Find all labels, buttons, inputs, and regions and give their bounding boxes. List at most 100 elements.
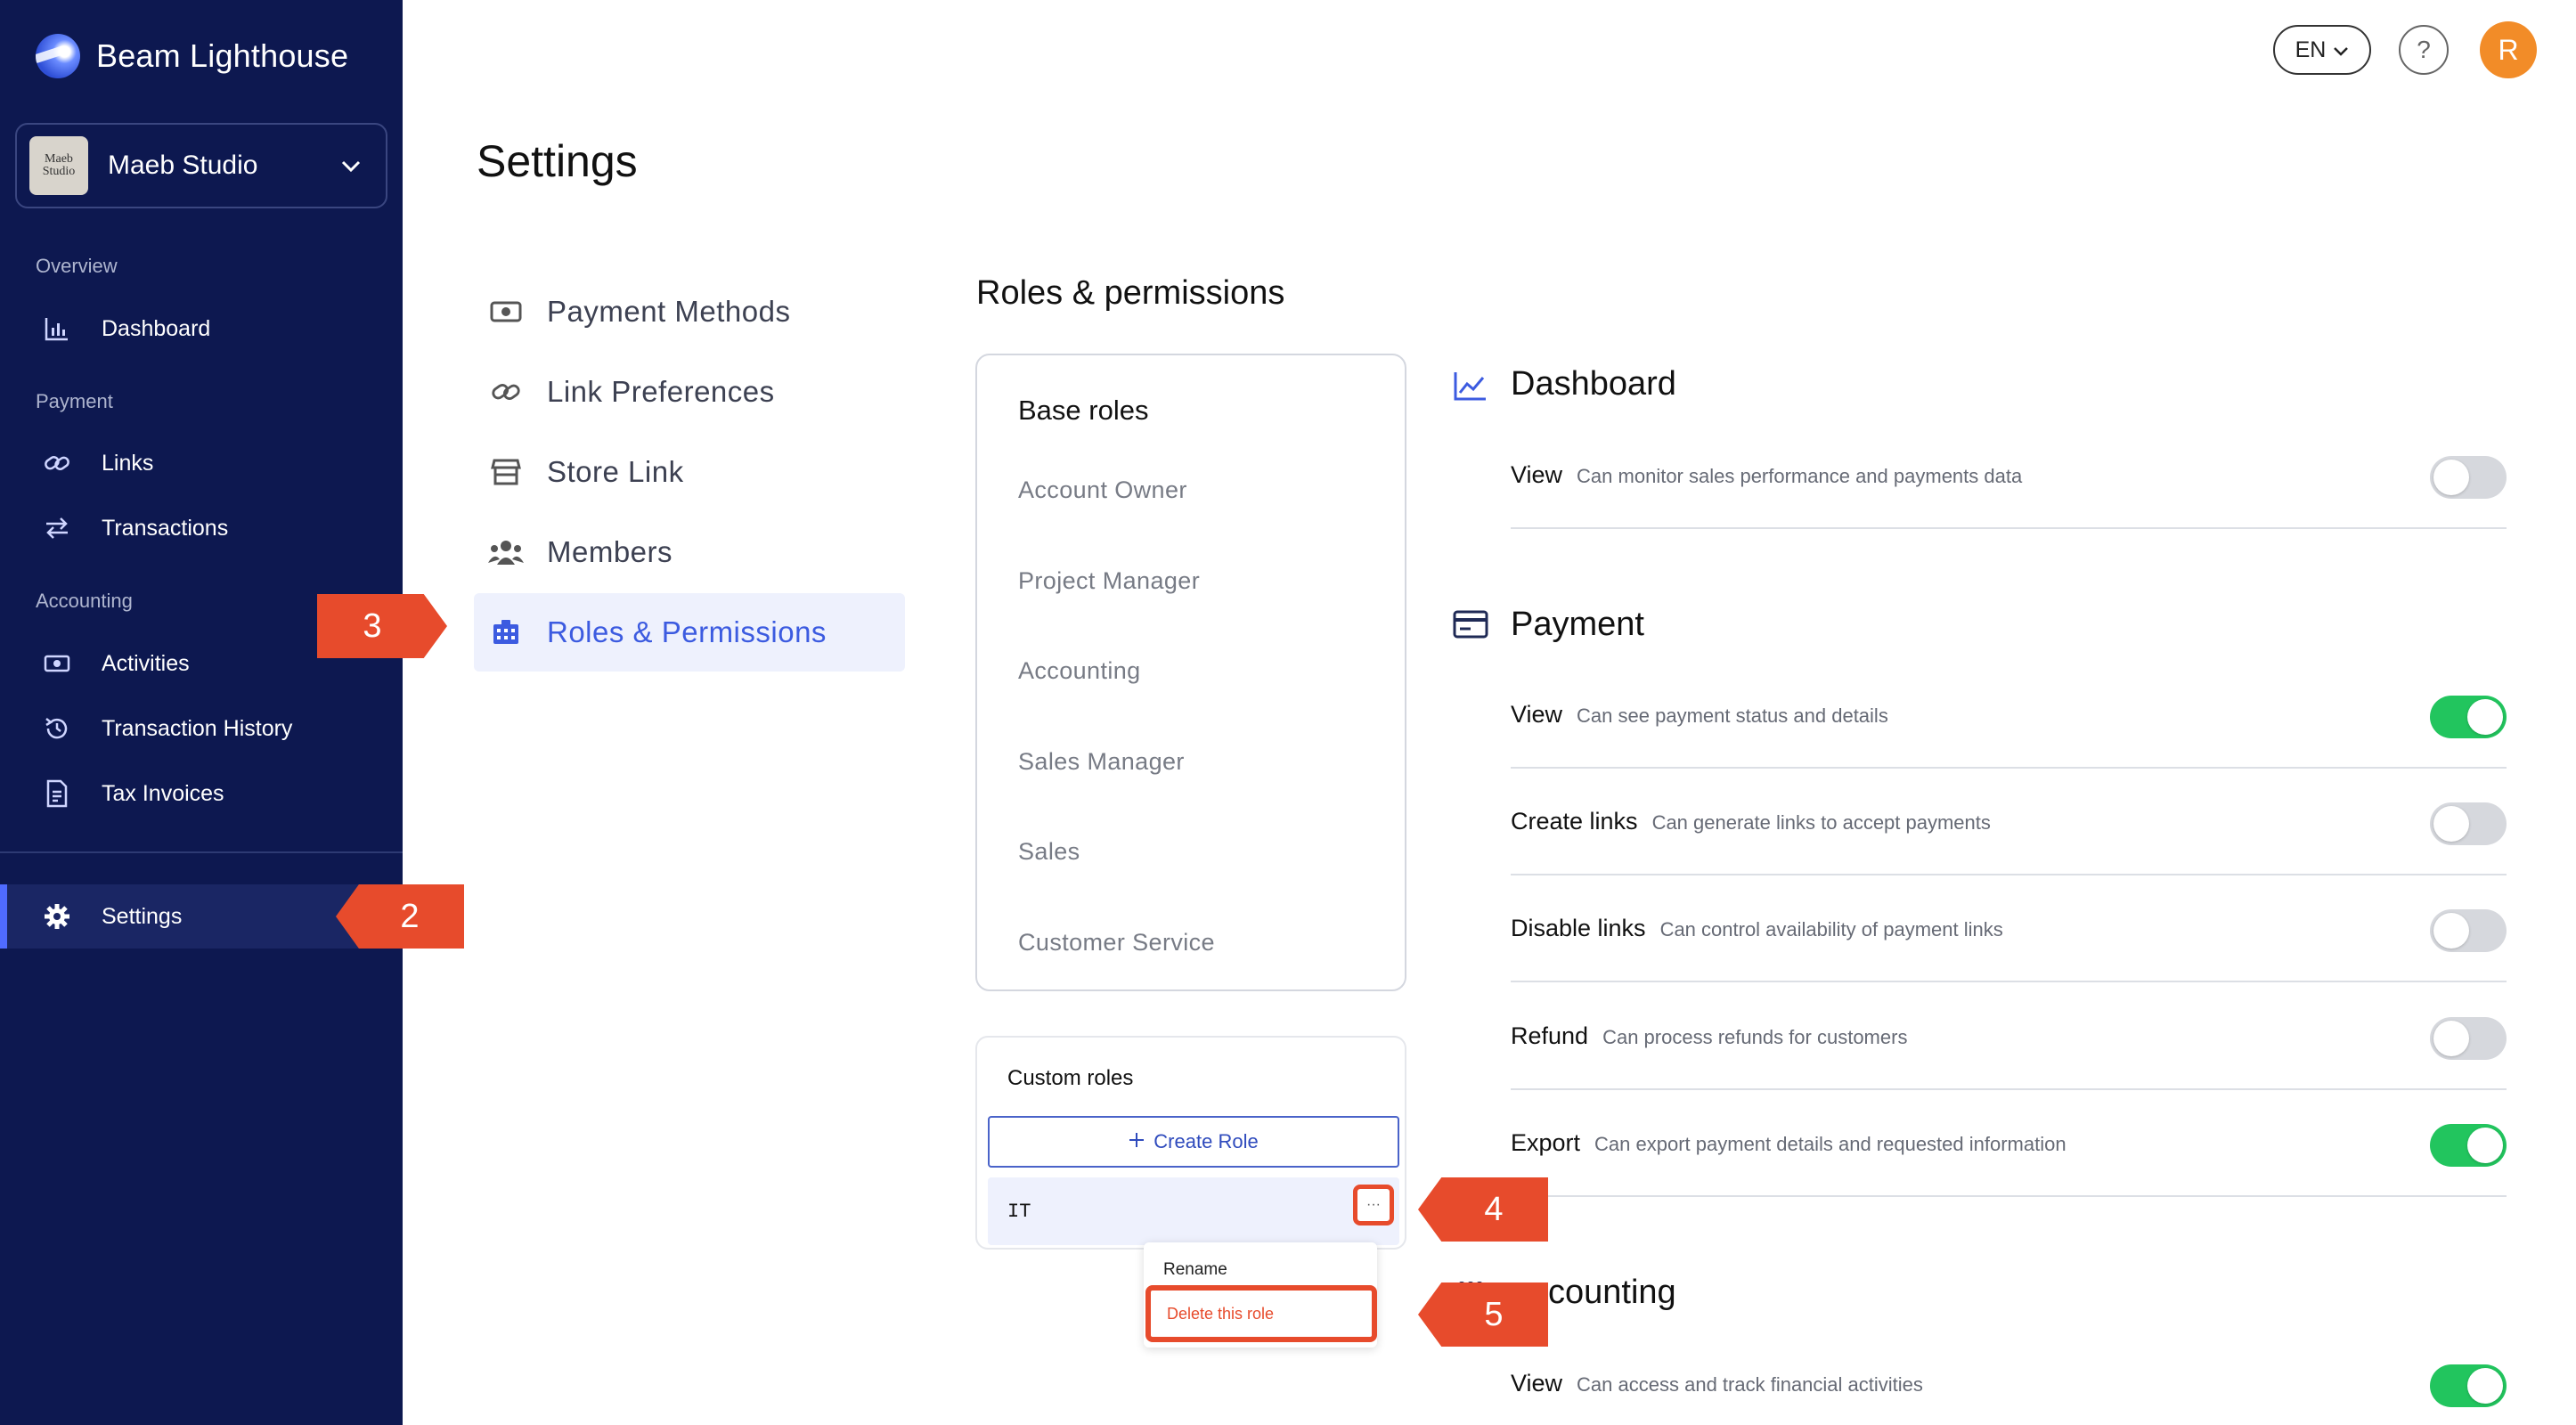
permission-group-accounting-title: counting (1548, 1274, 1676, 1311)
permission-row-accounting-view: View Can access and track financial activ… (1511, 1331, 2507, 1425)
brand[interactable]: Beam Lighthouse (36, 34, 348, 78)
help-button[interactable]: ? (2399, 25, 2449, 75)
document-icon (41, 778, 73, 810)
settings-menu-members[interactable]: Members (474, 513, 905, 591)
settings-menu-payment-methods[interactable]: Payment Methods (474, 273, 905, 351)
sidebar-item-label: Activities (102, 650, 190, 676)
base-roles-title: Base roles (1018, 395, 1149, 426)
step-callout-5: 5 (1418, 1282, 1548, 1347)
permission-toggle[interactable] (2430, 1017, 2507, 1060)
step-callout-4: 4 (1418, 1177, 1548, 1242)
role-options-menu: Rename Delete this role (1144, 1242, 1377, 1348)
permission-name: Disable links (1511, 915, 1646, 941)
history-icon (41, 712, 73, 745)
permission-toggle[interactable] (2430, 456, 2507, 499)
role-customer-service[interactable]: Customer Service (1018, 929, 1215, 957)
roles-icon (488, 615, 524, 650)
sidebar-item-transaction-history[interactable]: Transaction History (0, 698, 403, 759)
permission-name: Create links (1511, 808, 1638, 835)
link-icon (41, 447, 73, 479)
beam-logo-icon (36, 34, 80, 78)
permission-toggle[interactable] (2430, 696, 2507, 738)
permission-group-payment-title: Payment (1511, 606, 1644, 643)
sidebar-item-label: Links (102, 450, 154, 476)
custom-roles-card: Custom roles Create Role IT ··· (975, 1036, 1406, 1250)
more-options-button[interactable]: ··· (1353, 1185, 1394, 1226)
settings-menu-label: Members (547, 535, 673, 568)
permission-description: Can control availability of payment link… (1659, 918, 2003, 940)
credit-card-icon (1452, 606, 1489, 643)
users-icon (488, 534, 524, 570)
org-avatar: Maeb Studio (29, 136, 88, 195)
nav-section-payment: Payment (36, 390, 113, 412)
permission-name: Refund (1511, 1022, 1589, 1049)
money-icon (41, 647, 73, 680)
permission-name: View (1511, 461, 1563, 488)
organization-selector[interactable]: Maeb Studio Maeb Studio (15, 123, 387, 208)
custom-role-it[interactable]: IT ··· (988, 1177, 1399, 1245)
plus-icon (1129, 1130, 1145, 1153)
sidebar-item-label: Tax Invoices (102, 780, 224, 806)
sidebar-item-label: Dashboard (102, 315, 211, 341)
base-roles-card: Base roles Account Owner Project Manager… (975, 354, 1406, 991)
sidebar-item-dashboard[interactable]: Dashboard (0, 298, 403, 359)
permission-name: Export (1511, 1129, 1581, 1156)
settings-menu-label: Store Link (547, 455, 684, 488)
permission-description: Can see payment status and details (1577, 704, 1888, 727)
step-callout-2: 2 (336, 884, 464, 949)
permission-group-dashboard-title: Dashboard (1511, 365, 1676, 403)
sidebar-item-links[interactable]: Links (0, 433, 403, 493)
sidebar: Beam Lighthouse Maeb Studio Maeb Studio … (0, 0, 403, 1425)
permission-toggle[interactable] (2430, 1364, 2507, 1407)
permission-description: Can generate links to accept payments (1651, 811, 1991, 834)
roles-section-title: Roles & permissions (976, 274, 1285, 312)
delete-role-option[interactable]: Delete this role (1145, 1285, 1377, 1342)
role-sales[interactable]: Sales (1018, 838, 1080, 866)
sidebar-item-label: Settings (102, 903, 183, 929)
role-project-manager[interactable]: Project Manager (1018, 567, 1200, 595)
callout-number: 4 (1484, 1190, 1504, 1228)
permission-row-payment-view: View Can see payment status and details (1511, 662, 2507, 769)
settings-menu-link-preferences[interactable]: Link Preferences (474, 353, 905, 431)
settings-menu-store-link[interactable]: Store Link (474, 433, 905, 511)
language-selector[interactable]: EN (2273, 25, 2371, 75)
rename-role-option[interactable]: Rename (1163, 1260, 1227, 1280)
line-chart-icon (1452, 367, 1489, 404)
brand-name: Beam Lighthouse (96, 37, 349, 74)
permission-row-payment-refund: Refund Can process refunds for customers (1511, 983, 2507, 1090)
step-callout-3: 3 (317, 594, 447, 658)
sidebar-item-transactions[interactable]: Transactions (0, 498, 403, 558)
sidebar-item-label: Transactions (102, 515, 229, 541)
sidebar-divider (0, 851, 403, 853)
settings-menu-roles-permissions[interactable]: Roles & Permissions (474, 593, 905, 672)
permission-toggle[interactable] (2430, 909, 2507, 952)
nav-section-accounting: Accounting (36, 590, 133, 612)
role-sales-manager[interactable]: Sales Manager (1018, 748, 1185, 776)
create-role-button[interactable]: Create Role (988, 1116, 1399, 1168)
chevron-down-icon (2333, 37, 2349, 63)
nav-section-overview: Overview (36, 255, 118, 277)
settings-menu-label: Link Preferences (547, 375, 775, 408)
permission-description: Can export payment details and requested… (1594, 1133, 2067, 1155)
permission-toggle[interactable] (2430, 1124, 2507, 1167)
permission-toggle[interactable] (2430, 802, 2507, 845)
permission-description: Can process refunds for customers (1602, 1026, 1908, 1048)
permission-description: Can access and track financial activitie… (1577, 1373, 1923, 1396)
money-icon (488, 294, 524, 330)
question-mark-icon: ? (2417, 36, 2431, 63)
settings-menu-label: Payment Methods (547, 295, 791, 328)
delete-role-label: Delete this role (1167, 1304, 1275, 1323)
store-icon (488, 454, 524, 490)
user-avatar[interactable]: R (2480, 21, 2537, 78)
role-accounting[interactable]: Accounting (1018, 657, 1141, 685)
gear-icon (41, 900, 73, 932)
sidebar-item-tax-invoices[interactable]: Tax Invoices (0, 763, 403, 824)
callout-number: 2 (400, 897, 420, 935)
permission-description: Can monitor sales performance and paymen… (1577, 465, 2023, 487)
ellipsis-icon: ··· (1366, 1197, 1381, 1212)
settings-menu-label: Roles & Permissions (547, 615, 827, 648)
permission-row-dashboard-view: View Can monitor sales performance and pa… (1511, 422, 2507, 529)
role-account-owner[interactable]: Account Owner (1018, 476, 1187, 504)
permission-row-payment-export: Export Can export payment details and req… (1511, 1090, 2507, 1197)
link-icon (488, 374, 524, 410)
